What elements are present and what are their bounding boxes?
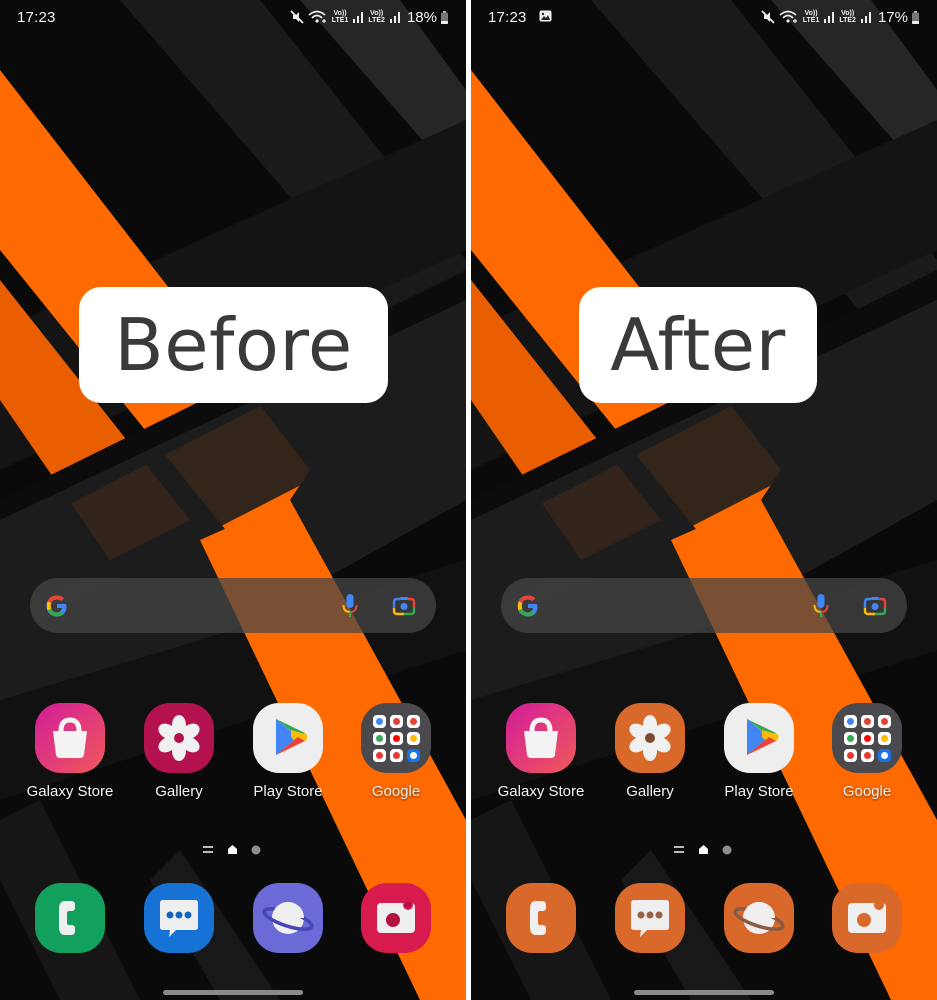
signal-icon xyxy=(824,12,835,23)
camera-icon xyxy=(361,883,431,953)
phone-screen-after: 17:23 Vo)) LTE1 Vo)) LTE2 17% After Gala… xyxy=(471,0,937,1000)
planet-icon xyxy=(724,883,794,953)
sim2-indicator: Vo)) LTE2 xyxy=(839,10,856,24)
mute-icon xyxy=(290,10,304,24)
home-page-indicator[interactable] xyxy=(228,845,237,854)
status-bar: 17:23 Vo)) LTE1 Vo)) LTE xyxy=(0,0,466,34)
signal-icon xyxy=(860,12,871,23)
app-google[interactable]: Google xyxy=(346,703,446,800)
shopping-bag-icon xyxy=(35,703,105,773)
app-label: Google xyxy=(371,783,421,800)
battery-percent: 17% xyxy=(877,8,908,26)
battery-icon xyxy=(912,10,919,24)
comparison-label-text: Before xyxy=(114,303,353,387)
app-gallery[interactable]: Gallery xyxy=(129,703,229,800)
sim1-indicator: Vo)) LTE1 xyxy=(331,10,349,24)
app-play-store[interactable]: Play Store xyxy=(709,703,809,800)
page-indicator xyxy=(203,845,261,855)
app-label: Galaxy Store xyxy=(497,783,585,800)
sim2-indicator: Vo)) LTE2 xyxy=(368,10,385,24)
play-store-icon xyxy=(724,703,794,773)
image-notification-icon xyxy=(539,10,552,22)
page-dot[interactable] xyxy=(722,845,732,855)
dock-app-internet[interactable] xyxy=(724,883,794,953)
app-label: Galaxy Store xyxy=(26,783,114,800)
phone-screen-before: 17:23 Vo)) LTE1 Vo)) LTE2 18% Before Gal… xyxy=(0,0,466,1000)
comparison-label-text: After xyxy=(610,303,786,387)
app-label: Play Store xyxy=(724,783,794,800)
dock-app-phone[interactable] xyxy=(506,883,576,953)
clock: 17:23 xyxy=(488,9,527,26)
flower-icon xyxy=(615,703,685,773)
page-indicator xyxy=(674,845,732,855)
mute-icon xyxy=(761,10,775,24)
dock-app-camera[interactable] xyxy=(832,883,902,953)
google-lens-icon[interactable] xyxy=(392,594,416,618)
menu-page-indicator[interactable] xyxy=(203,846,213,853)
shopping-bag-icon xyxy=(506,703,576,773)
app-label: Play Store xyxy=(253,783,323,800)
app-google[interactable]: Google xyxy=(817,703,917,800)
page-dot[interactable] xyxy=(251,845,261,855)
google-search-bar[interactable] xyxy=(30,578,436,633)
microphone-icon[interactable] xyxy=(342,593,358,619)
app-galaxy-store[interactable]: Galaxy Store xyxy=(491,703,591,800)
comparison-label: After xyxy=(579,287,817,403)
app-play-store[interactable]: Play Store xyxy=(238,703,338,800)
wifi-icon xyxy=(779,10,797,23)
flower-icon xyxy=(144,703,214,773)
chat-bubble-icon xyxy=(615,883,685,953)
app-gallery[interactable]: Gallery xyxy=(600,703,700,800)
app-label: Gallery xyxy=(155,783,203,800)
home-page-indicator[interactable] xyxy=(699,845,708,854)
google-search-bar[interactable] xyxy=(501,578,907,633)
chat-bubble-icon xyxy=(144,883,214,953)
play-store-icon xyxy=(253,703,323,773)
menu-page-indicator[interactable] xyxy=(674,846,684,853)
sim1-indicator: Vo)) LTE1 xyxy=(802,10,820,24)
dock-app-camera[interactable] xyxy=(361,883,431,953)
phone-icon xyxy=(35,883,105,953)
google-g-icon xyxy=(517,595,538,617)
google-g-icon xyxy=(46,595,67,617)
comparison-label: Before xyxy=(79,287,388,403)
camera-icon xyxy=(832,883,902,953)
battery-icon xyxy=(441,10,448,24)
signal-icon xyxy=(389,12,400,23)
gesture-home-bar[interactable] xyxy=(634,990,774,995)
folder-icon xyxy=(832,703,902,773)
dock-app-messages[interactable] xyxy=(615,883,685,953)
phone-icon xyxy=(506,883,576,953)
google-lens-icon[interactable] xyxy=(863,594,887,618)
status-bar: 17:23 Vo)) LTE1 Vo)) LTE xyxy=(471,0,937,34)
dock-app-messages[interactable] xyxy=(144,883,214,953)
clock: 17:23 xyxy=(17,9,56,26)
microphone-icon[interactable] xyxy=(813,593,829,619)
battery-percent: 18% xyxy=(406,8,437,26)
gesture-home-bar[interactable] xyxy=(163,990,303,995)
planet-icon xyxy=(253,883,323,953)
wifi-icon xyxy=(308,10,326,23)
app-label: Google xyxy=(842,783,892,800)
dock-app-internet[interactable] xyxy=(253,883,323,953)
folder-icon xyxy=(361,703,431,773)
app-galaxy-store[interactable]: Galaxy Store xyxy=(20,703,120,800)
app-label: Gallery xyxy=(626,783,674,800)
dock-app-phone[interactable] xyxy=(35,883,105,953)
signal-icon xyxy=(353,12,364,23)
